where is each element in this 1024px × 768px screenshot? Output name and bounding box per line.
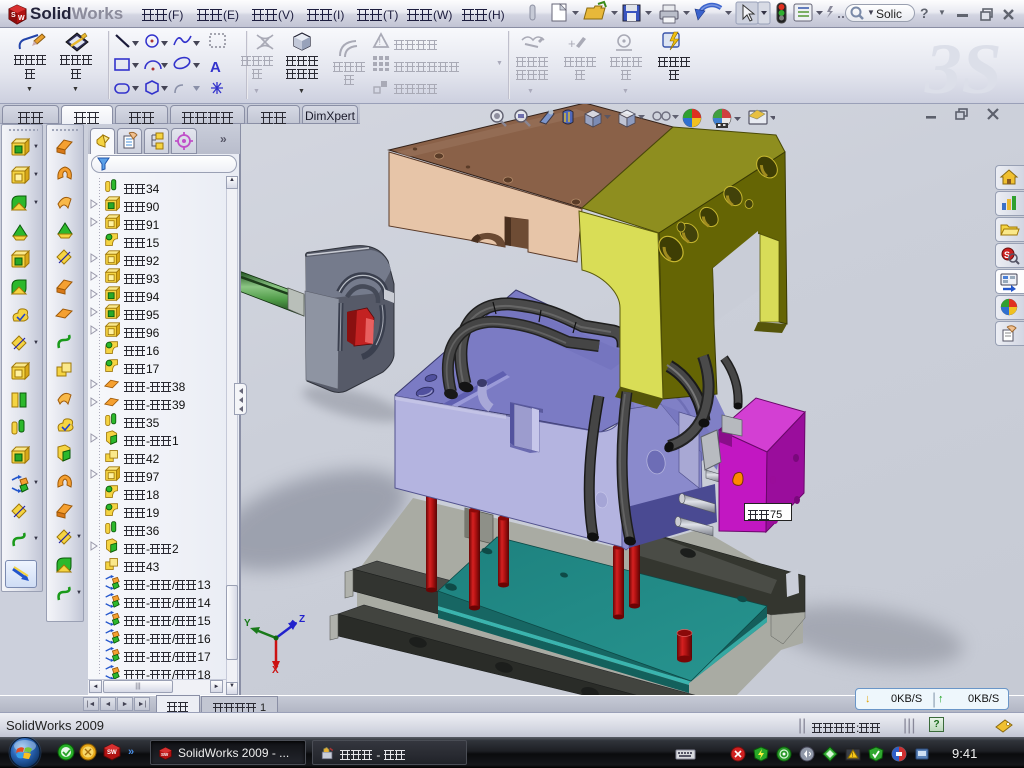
svg-text:!: ! bbox=[379, 37, 382, 47]
svg-text:X: X bbox=[272, 665, 279, 674]
svg-text:A: A bbox=[210, 59, 221, 76]
svg-text:»: » bbox=[128, 746, 134, 758]
svg-text:Z: Z bbox=[299, 614, 305, 625]
svg-text:SW: SW bbox=[107, 750, 117, 756]
svg-text:+: + bbox=[568, 36, 576, 51]
svg-text:W: W bbox=[18, 15, 25, 22]
svg-text:SW: SW bbox=[161, 752, 169, 757]
svg-text:Y: Y bbox=[244, 618, 251, 629]
svg-text:S: S bbox=[11, 12, 16, 19]
